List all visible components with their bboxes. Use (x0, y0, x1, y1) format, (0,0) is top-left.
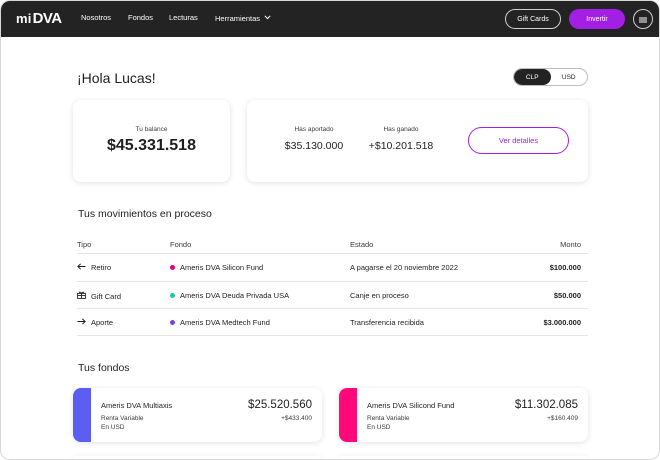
fund-value: $11.302.085 (514, 399, 578, 411)
nav-link-herramientas[interactable]: Herramientas (215, 13, 271, 23)
currency-toggle: CLP USD (513, 68, 588, 86)
nav-link-nosotros[interactable]: Nosotros (81, 13, 111, 22)
greeting: ¡Hola Lucas! (77, 70, 156, 86)
movement-fund-label: Ameris DVA Silicon Fund (180, 263, 264, 272)
fund-change: +$160.409 (547, 415, 578, 422)
nav-link-herramientas-label: Herramientas (215, 14, 261, 23)
earned-label: Has ganado (383, 126, 419, 133)
movement-amount: $3.000.000 (543, 318, 581, 327)
column-header-fund: Fondo (170, 240, 192, 249)
invest-button[interactable]: Invertir (569, 9, 625, 29)
logo[interactable]: mi DVA (16, 10, 62, 28)
top-nav: mi DVA Nosotros Fondos Lecturas Herramie… (1, 1, 659, 37)
fund-currency: En USD (101, 424, 125, 431)
fund-color-bar (339, 388, 357, 442)
gift-cards-button[interactable]: Gift Cards (505, 9, 561, 29)
movement-status: A pagarse el 20 noviembre 2022 (350, 263, 458, 272)
fund-color-dot (170, 320, 175, 325)
logo-dva: DVA (32, 10, 63, 27)
gift-icon (77, 291, 87, 301)
fund-kind: Renta Variable (367, 415, 410, 422)
fund-card-partial (339, 456, 588, 459)
fund-color-bar (73, 388, 91, 442)
fund-name: Ameris DVA Silicond Fund (367, 401, 455, 410)
movement-fund-label: Ameris DVA Medtech Fund (180, 318, 270, 327)
divider (77, 253, 588, 254)
fund-change: +$433.400 (281, 415, 312, 422)
nav-link-lecturas[interactable]: Lecturas (169, 13, 198, 22)
fund-card-multiaxis[interactable]: Ameris DVA Multiaxis Renta Variable En U… (73, 388, 322, 442)
fund-card-silicond[interactable]: Ameris DVA Silicond Fund Renta Variable … (339, 388, 588, 442)
contributed-value: $35.130.000 (284, 140, 344, 152)
hamburger-icon (639, 10, 647, 28)
chevron-down-icon (264, 13, 271, 22)
fund-kind: Renta Variable (101, 415, 144, 422)
movement-fund: Ameris DVA Silicon Fund (170, 263, 263, 272)
movement-fund: Ameris DVA Medtech Fund (170, 318, 270, 327)
app-window: mi DVA Nosotros Fondos Lecturas Herramie… (0, 0, 660, 460)
contributed-label: Has aportado (294, 126, 334, 133)
currency-option-clp[interactable]: CLP (514, 69, 551, 85)
divider (77, 335, 588, 336)
fund-value: $25.520.560 (248, 399, 312, 411)
column-header-amount: Monto (560, 240, 581, 249)
movement-type-label: Gift Card (91, 291, 122, 301)
summary-card: Has aportado $35.130.000 Has ganado +$10… (247, 100, 588, 182)
movement-status: Canje en proceso (350, 291, 409, 300)
movement-type-label: Aporte (91, 318, 114, 327)
earned-value: +$10.201.518 (368, 140, 434, 152)
balance-value: $45.331.518 (107, 137, 196, 154)
menu-button[interactable] (633, 9, 653, 29)
nav-link-fondos[interactable]: Fondos (128, 13, 153, 22)
column-header-status: Estado (350, 240, 374, 249)
funds-title: Tus fondos (78, 362, 130, 374)
currency-option-usd[interactable]: USD (551, 69, 588, 85)
balance-label: Tu balance (135, 126, 168, 133)
balance-card: Tu balance $45.331.518 (73, 100, 230, 182)
movements-title: Tus movimientos en proceso (78, 208, 212, 220)
movement-status: Transferencia recibida (350, 318, 424, 327)
arrow-left-icon (77, 263, 87, 272)
arrow-right-icon (77, 318, 87, 327)
fund-card-partial (73, 456, 322, 459)
movement-type-label: Retiro (91, 263, 112, 272)
fund-color-dot (170, 265, 175, 270)
movement-type: Aporte (77, 318, 113, 327)
movement-amount: $50.000 (553, 291, 581, 300)
divider (77, 308, 588, 309)
logo-mi: mi (16, 11, 32, 26)
fund-name: Ameris DVA Multiaxis (101, 401, 173, 410)
movement-type: Gift Card (77, 291, 121, 301)
movement-amount: $100.000 (549, 263, 581, 272)
movement-fund-label: Ameris DVA Deuda Privada USA (180, 291, 290, 300)
fund-currency: En USD (367, 424, 391, 431)
movement-fund: Ameris DVA Deuda Privada USA (170, 291, 289, 300)
movement-type: Retiro (77, 263, 111, 272)
divider (77, 281, 588, 282)
view-details-button[interactable]: Ver detalles (468, 127, 569, 154)
column-header-type: Tipo (77, 240, 92, 249)
fund-color-dot (170, 293, 175, 298)
